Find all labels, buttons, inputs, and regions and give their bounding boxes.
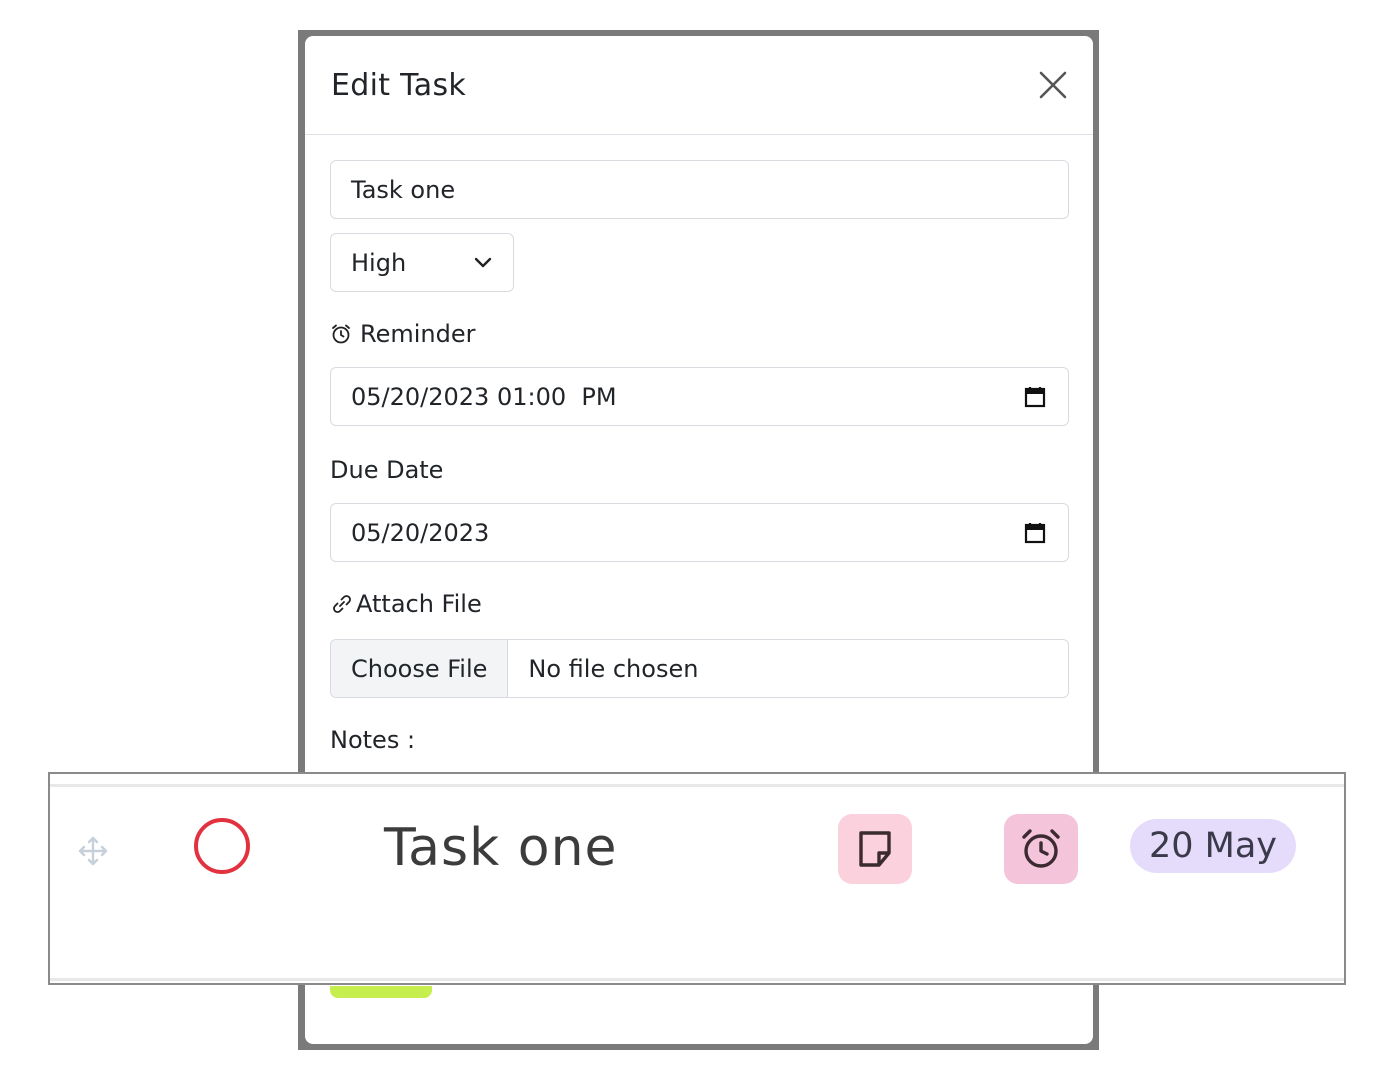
due-date-value: 05/20/2023 xyxy=(351,518,490,547)
note-button[interactable] xyxy=(838,814,912,884)
due-date-badge[interactable]: 20 May xyxy=(1130,819,1296,873)
complete-task-toggle[interactable] xyxy=(194,818,250,874)
reminder-datetime-input[interactable]: 05/20/2023 01:00 PM xyxy=(330,367,1069,426)
modal-title: Edit Task xyxy=(331,67,467,103)
close-button[interactable] xyxy=(1037,69,1069,101)
alarm-clock-icon xyxy=(332,324,350,344)
modal-header: Edit Task xyxy=(305,36,1093,135)
choose-file-button[interactable]: Choose File xyxy=(331,640,509,697)
attach-file-label: Attach File xyxy=(330,590,482,618)
calendar-icon[interactable] xyxy=(1022,520,1048,546)
screen: Edit Task Task one High Reminder 05/20/2… xyxy=(0,0,1391,1080)
task-name-value: Task one xyxy=(351,175,456,204)
task-name-input[interactable]: Task one xyxy=(330,160,1069,219)
row-divider xyxy=(50,784,1344,787)
close-icon xyxy=(1039,71,1067,99)
file-input[interactable]: Choose File No file chosen xyxy=(330,639,1069,698)
sticky-note-icon xyxy=(859,831,891,867)
chevron-down-icon xyxy=(474,257,492,267)
notes-label: Notes : xyxy=(330,726,416,754)
due-date-input[interactable]: 05/20/2023 xyxy=(330,503,1069,562)
task-title: Task one xyxy=(384,818,618,878)
alarm-clock-icon xyxy=(1022,829,1060,868)
file-status-text: No file chosen xyxy=(528,654,699,683)
reminder-label: Reminder xyxy=(330,320,476,348)
calendar-icon[interactable] xyxy=(1022,384,1048,410)
move-arrows-icon[interactable] xyxy=(76,834,110,868)
save-button[interactable] xyxy=(330,986,432,998)
link-icon xyxy=(333,595,351,613)
due-date-label: Due Date xyxy=(330,456,444,484)
reminder-value: 05/20/2023 01:00 PM xyxy=(351,382,617,411)
priority-selected-value: High xyxy=(351,248,407,277)
attach-file-label-text: Attach File xyxy=(356,590,482,618)
priority-select[interactable]: High xyxy=(330,233,514,292)
row-divider xyxy=(50,978,1344,981)
reminder-button[interactable] xyxy=(1004,814,1078,884)
reminder-label-text: Reminder xyxy=(360,320,476,348)
task-row[interactable]: Task one 20 May xyxy=(48,772,1346,985)
